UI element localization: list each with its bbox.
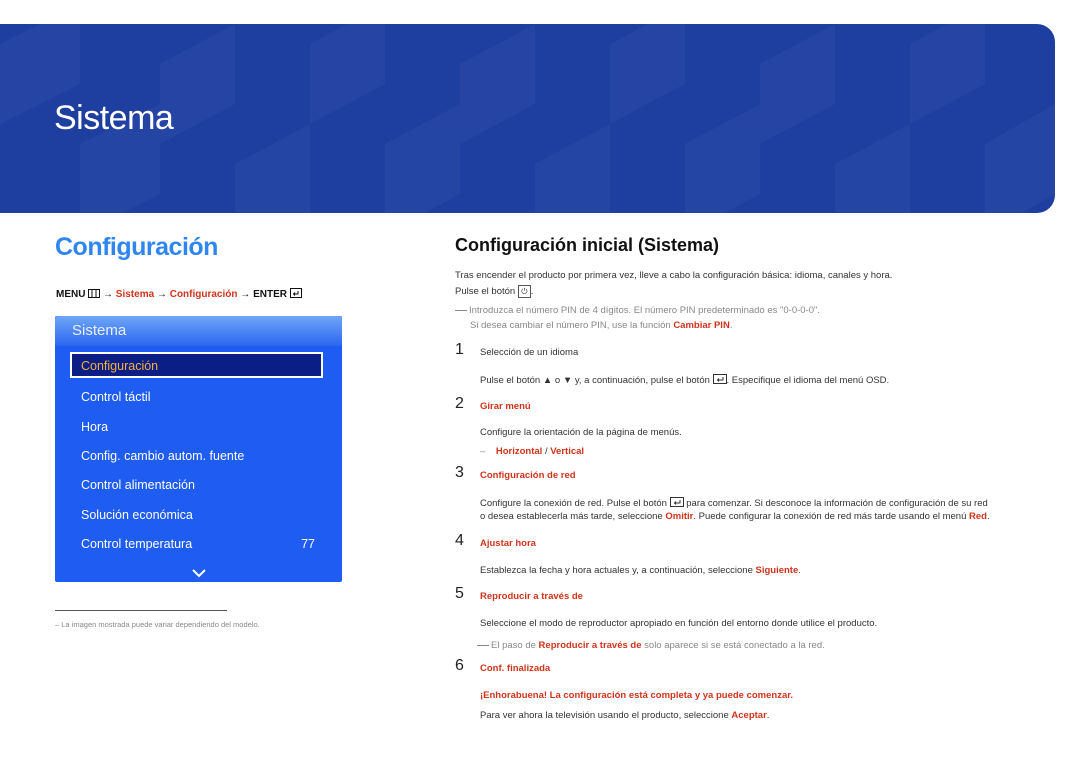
period: . <box>986 511 990 522</box>
step-text: . Puede configurar la conexión de red má… <box>693 511 967 522</box>
siguiente-label: Siguiente <box>755 565 799 576</box>
period: . <box>798 565 801 576</box>
step-body: Configure la conexión de red. Pulse el b… <box>480 497 988 510</box>
intro-power-text: Pulse el botón <box>455 286 516 298</box>
chevron-down-icon[interactable] <box>191 565 207 583</box>
orientation-options: – Horizontal / Vertical <box>480 446 584 457</box>
power-icon: ⏻ <box>517 285 531 298</box>
enter-icon <box>712 374 727 387</box>
step-number: 3 <box>455 464 464 481</box>
step-note: El paso de Reproducir a través de solo a… <box>477 640 825 651</box>
osd-item-control-tactil[interactable]: Control táctil <box>81 390 150 404</box>
osd-item-label: Configuración <box>81 359 159 373</box>
step-text: para comenzar. Si desconoce la informaci… <box>686 498 988 510</box>
step-title: Ajustar hora <box>480 538 536 549</box>
option-horizontal: Horizontal <box>495 446 543 457</box>
note-text: El paso de <box>491 640 536 651</box>
step-number: 1 <box>455 341 464 358</box>
pin-note: Introduzca el número PIN de 4 dígitos. E… <box>455 305 820 316</box>
intro-power: Pulse el botón ⏻. <box>455 285 534 298</box>
step-number: 6 <box>455 657 464 674</box>
osd-menu: Sistema Configuración Control táctil Hor… <box>55 316 342 582</box>
chapter-banner: Sistema <box>0 24 1055 213</box>
main-title: Configuración inicial (Sistema) <box>455 235 720 255</box>
osd-item-control-alimentacion[interactable]: Control alimentación <box>81 478 195 492</box>
path-configuracion: Configuración <box>169 289 238 301</box>
arrow: → <box>240 289 251 301</box>
footnote-divider <box>55 610 227 611</box>
path-menu: MENU <box>56 289 86 301</box>
step-text: Establezca la fecha y hora actuales y, a… <box>480 565 753 576</box>
step-title: Selección de un idioma <box>480 347 579 358</box>
step-text: Para ver ahora la televisión usando el p… <box>480 710 729 721</box>
step-body: Establezca la fecha y hora actuales y, a… <box>480 565 801 576</box>
dash: – <box>480 446 486 457</box>
step-text: Pulse el botón ▲ o ▼ y, a continuación, … <box>480 375 710 387</box>
pin-change-note: Si desea cambiar el número PIN, use la f… <box>470 320 732 331</box>
section-title: Configuración <box>55 233 218 261</box>
step-title: Conf. finalizada <box>480 663 551 674</box>
step-text: o desea establecerla más tarde, seleccio… <box>480 511 663 522</box>
step-number: 4 <box>455 532 464 549</box>
reproducir-label: Reproducir a través de <box>538 640 642 651</box>
step-text: . Especifique el idioma del menú OSD. <box>726 375 890 387</box>
menu-icon <box>88 288 101 301</box>
step-text: Configure la conexión de red. Pulse el b… <box>480 498 667 510</box>
step-body: Seleccione el modo de reproductor apropi… <box>480 618 878 629</box>
osd-temperature-value: 77 <box>301 537 315 551</box>
footnote-text: La imagen mostrada puede variar dependie… <box>61 620 260 629</box>
osd-item-configuracion[interactable]: Configuración <box>70 352 323 378</box>
cambiar-pin-link: Cambiar PIN <box>673 320 730 331</box>
period: . <box>530 286 534 298</box>
osd-item-solucion-economica[interactable]: Solución económica <box>81 508 193 522</box>
osd-title: Sistema <box>72 322 127 339</box>
red-label: Red <box>969 511 987 522</box>
path-enter: ENTER <box>253 289 287 301</box>
enter-icon <box>669 497 684 510</box>
step-number: 2 <box>455 395 464 412</box>
arrow: → <box>156 289 167 301</box>
step-title: Girar menú <box>480 401 531 412</box>
osd-item-hora[interactable]: Hora <box>81 420 108 434</box>
step-number: 5 <box>455 585 464 602</box>
period: . <box>766 710 770 721</box>
step-body: Pulse el botón ▲ o ▼ y, a continuación, … <box>480 374 889 387</box>
step-body-2: o desea establecerla más tarde, seleccio… <box>480 511 990 522</box>
step-title: Reproducir a través de <box>480 591 583 602</box>
arrow: → <box>103 289 114 301</box>
step-body: Configure la orientación de la página de… <box>480 427 682 438</box>
osd-item-control-temperatura[interactable]: Control temperatura <box>81 537 192 551</box>
footnote: – La imagen mostrada puede variar depend… <box>55 620 260 629</box>
step-title: Configuración de red <box>480 470 576 481</box>
note-text: solo aparece si se está conectado a la r… <box>644 640 825 651</box>
pin-note-text: Introduzca el número PIN de 4 dígitos. E… <box>469 305 821 316</box>
period: . <box>729 320 733 331</box>
intro-text: Tras encender el producto por primera ve… <box>455 270 893 281</box>
chapter-title: Sistema <box>54 99 174 137</box>
osd-item-cambio-fuente[interactable]: Config. cambio autom. fuente <box>81 449 244 463</box>
enter-icon <box>289 288 302 301</box>
pin-change-text: Si desea cambiar el número PIN, use la f… <box>470 320 671 331</box>
note-dash <box>477 644 489 646</box>
step-body: Para ver ahora la televisión usando el p… <box>480 710 769 721</box>
note-dash <box>455 309 467 311</box>
aceptar-label: Aceptar <box>731 710 767 721</box>
completion-message: ¡Enhorabuena! La configuración está comp… <box>480 690 794 701</box>
option-vertical: Vertical <box>550 446 585 457</box>
menu-path: MENU → Sistema → Configuración → ENTER <box>56 288 302 301</box>
path-sistema: Sistema <box>115 289 155 301</box>
omitir-label: Omitir <box>665 511 694 522</box>
